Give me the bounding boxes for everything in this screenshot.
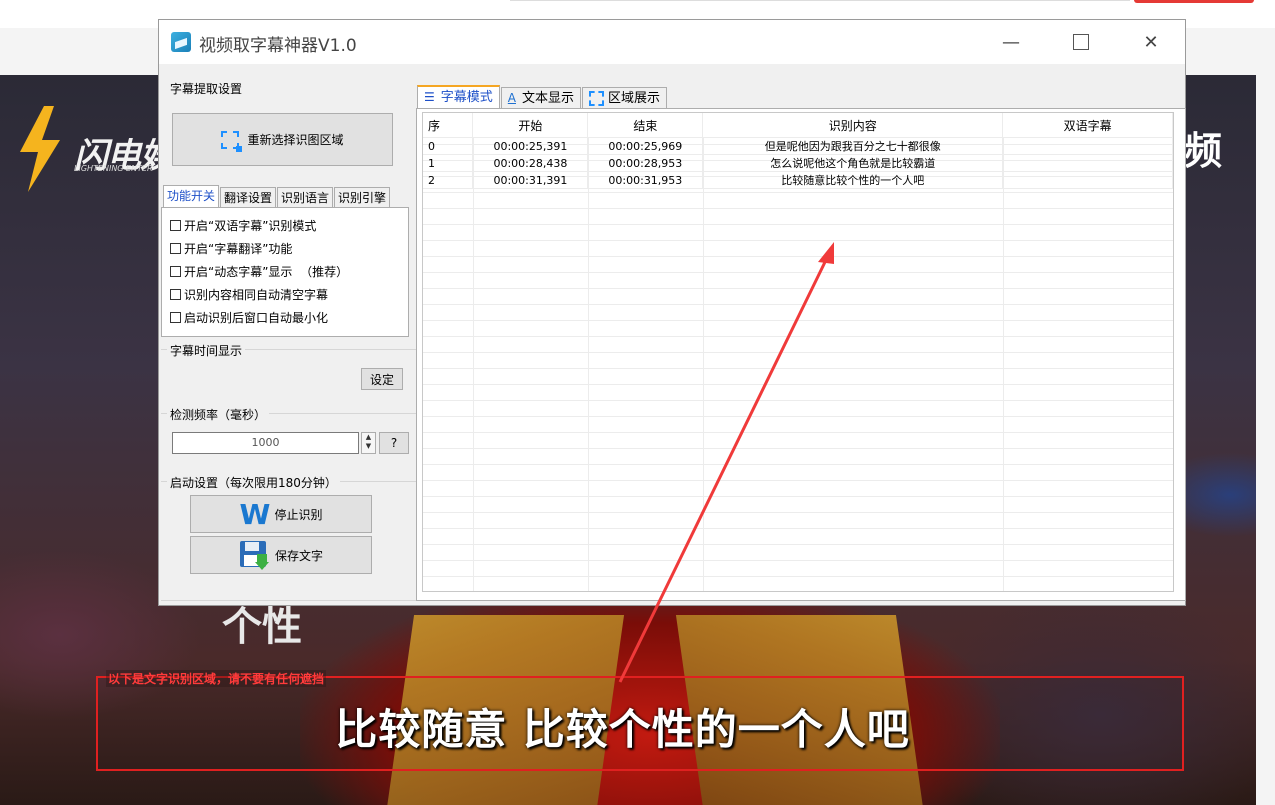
tab-recognition-language[interactable]: 识别语言 (277, 187, 334, 207)
checkbox-box[interactable] (170, 219, 181, 231)
col-header-index[interactable]: 序 (423, 113, 474, 138)
cell-content: 但是呢他因为跟我百分之七十都很像 (702, 137, 1004, 155)
cell-index: 2 (423, 171, 474, 189)
tab-region-display[interactable]: 区域展示 (582, 87, 668, 108)
subtitle-mode-panel: 序 开始 结束 识别内容 双语字幕 0 00:00:25,391 00:00:2… (416, 108, 1186, 601)
cell-start: 00:00:25,391 (472, 137, 589, 155)
subtitle-grid: 序 开始 结束 识别内容 双语字幕 0 00:00:25,391 00:00:2… (423, 113, 1173, 189)
reselect-region-button[interactable]: 重新选择识图区域 (172, 113, 393, 166)
extract-settings-label: 字幕提取设置 (167, 80, 246, 97)
lightning-logo-icon (20, 106, 60, 192)
col-header-end[interactable]: 结束 (587, 113, 704, 138)
checkbox-translate[interactable]: 开启“字幕翻译”功能 (170, 239, 386, 257)
frequency-input[interactable]: 1000 (172, 432, 359, 454)
app-window: 视频取字幕神器V1.0 — ✕ 字幕提取设置 重新选择识图区域 功能开关 翻译设… (158, 19, 1186, 606)
checkbox-bilingual[interactable]: 开启“双语字幕”识别模式 (170, 216, 386, 234)
checkbox-label: 开启“字幕翻译”功能 (184, 241, 293, 256)
stop-recognition-label: 停止识别 (274, 507, 323, 522)
checkbox-auto-clear[interactable]: 识别内容相同自动清空字幕 (170, 285, 386, 303)
cell-index: 0 (423, 137, 474, 155)
cell-bilingual (1002, 154, 1173, 172)
cell-end: 00:00:28,953 (587, 154, 704, 172)
col-header-start[interactable]: 开始 (472, 113, 589, 138)
close-button[interactable]: ✕ (1116, 20, 1186, 64)
browser-accent-bar (1134, 0, 1254, 3)
video-logo-subtext: LIGHTENING ENTER (74, 164, 153, 173)
spin-down-icon[interactable]: ▼ (366, 442, 371, 450)
cell-start: 00:00:31,391 (472, 171, 589, 189)
window-title: 视频取字幕神器V1.0 (199, 36, 357, 56)
tab-feature-switch[interactable]: 功能开关 (163, 185, 220, 207)
cell-index: 1 (423, 154, 474, 172)
maximize-button[interactable] (1046, 20, 1116, 64)
set-time-button[interactable]: 设定 (361, 368, 403, 390)
stop-recognition-button[interactable]: W 停止识别 (190, 495, 372, 533)
minimize-button[interactable]: — (976, 20, 1046, 64)
checkbox-label: 开启“双语字幕”识别模式 (184, 218, 317, 233)
checkbox-box[interactable] (170, 311, 181, 323)
reselect-region-label: 重新选择识图区域 (247, 133, 344, 147)
checkbox-label: 识别内容相同自动清空字幕 (184, 287, 329, 302)
checkbox-box[interactable] (170, 265, 181, 277)
cell-content: 怎么说呢他这个角色就是比较霸道 (702, 154, 1004, 172)
list-icon: ☰ (424, 90, 435, 104)
checkbox-label: 启动识别后窗口自动最小化 (184, 310, 329, 325)
table-row[interactable]: 2 00:00:31,391 00:00:31,953 比较随意比较个性的一个人… (423, 171, 1173, 189)
video-subtitle: 比较随意 比较个性的一个人吧 (0, 696, 1275, 757)
tab-text-display[interactable]: A 文本显示 (500, 87, 582, 108)
tab-subtitle-mode-label: 字幕模式 (440, 90, 493, 105)
checkbox-auto-minimize[interactable]: 启动识别后窗口自动最小化 (170, 308, 386, 326)
maximize-icon (1073, 34, 1089, 50)
table-header-row: 序 开始 结束 识别内容 双语字幕 (423, 113, 1173, 138)
close-icon: ✕ (1143, 31, 1159, 53)
frequency-stepper[interactable]: ▲ ▼ (361, 432, 376, 454)
time-display-label: 字幕时间显示 (167, 342, 246, 359)
tab-recognition-engine[interactable]: 识别引擎 (334, 187, 391, 207)
minimize-icon: — (1002, 31, 1020, 53)
table-row[interactable]: 1 00:00:28,438 00:00:28,953 怎么说呢他这个角色就是比… (423, 154, 1173, 172)
checkbox-box[interactable] (170, 242, 181, 254)
save-text-button[interactable]: 保存文字 (190, 536, 372, 574)
column-divider (1173, 113, 1174, 592)
cell-end: 00:00:25,969 (587, 137, 704, 155)
left-tab-strip: 功能开关 翻译设置 识别语言 识别引擎 (163, 185, 391, 208)
tab-subtitle-mode[interactable]: ☰ 字幕模式 (417, 85, 500, 108)
feature-switch-panel: 开启“双语字幕”识别模式 开启“字幕翻译”功能 开启“动态字幕”显示 （推荐） … (161, 207, 409, 337)
cell-bilingual (1002, 171, 1173, 189)
col-header-bilingual[interactable]: 双语字幕 (1002, 113, 1173, 138)
divider (510, 0, 1130, 1)
tab-text-display-label: 文本显示 (522, 90, 575, 106)
checkbox-label: 开启“动态字幕”显示 （推荐） (184, 264, 349, 279)
spin-up-icon[interactable]: ▲ (366, 433, 371, 441)
ocr-region-warning: 以下是文字识别区域，请不要有任何遮挡 (106, 670, 327, 687)
floppy-save-icon (239, 541, 269, 570)
tab-region-display-label: 区域展示 (608, 90, 661, 106)
subtitle-table[interactable]: 序 开始 结束 识别内容 双语字幕 0 00:00:25,391 00:00:2… (422, 112, 1174, 592)
region-select-icon (221, 130, 243, 152)
app-icon (171, 32, 191, 52)
video-partial-char: 频 (1184, 129, 1223, 173)
col-header-content[interactable]: 识别内容 (702, 113, 1004, 138)
table-row[interactable]: 0 00:00:25,391 00:00:25,969 但是呢他因为跟我百分之七… (423, 137, 1173, 155)
title-bar[interactable]: 视频取字幕神器V1.0 — ✕ (159, 20, 1185, 64)
help-button[interactable]: ? (379, 432, 409, 454)
video-subtitle-text: 比较随意 比较个性的一个人吧 (335, 705, 910, 754)
save-text-label: 保存文字 (274, 548, 323, 563)
cell-end: 00:00:31,953 (587, 171, 704, 189)
w-logo-icon: W (239, 497, 271, 531)
cell-bilingual (1002, 137, 1173, 155)
right-tab-strip: ☰ 字幕模式 A 文本显示 区域展示 (417, 85, 668, 109)
cell-content: 比较随意比较个性的一个人吧 (702, 171, 1004, 189)
region-icon (589, 90, 605, 106)
frequency-label: 检测频率（毫秒） (167, 406, 270, 423)
cell-start: 00:00:28,438 (472, 154, 589, 172)
start-settings-label: 启动设置（每次限用180分钟） (167, 474, 340, 491)
checkbox-dynamic[interactable]: 开启“动态字幕”显示 （推荐） (170, 262, 386, 280)
tab-translate-settings[interactable]: 翻译设置 (220, 187, 277, 207)
text-icon: A (507, 90, 516, 105)
checkbox-box[interactable] (170, 288, 181, 300)
